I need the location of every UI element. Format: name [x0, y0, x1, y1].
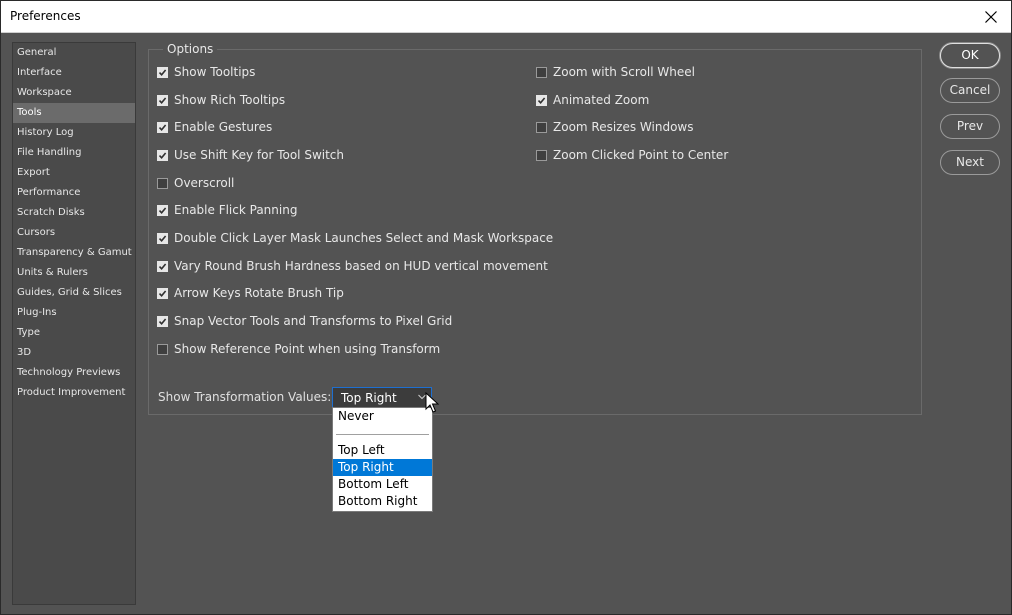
checkbox[interactable] [157, 94, 168, 106]
checkmark-icon [158, 234, 167, 242]
option-label: Enable Gestures [174, 120, 273, 134]
transformation-values-label: Show Transformation Values: [158, 390, 332, 404]
sidebar-item-type[interactable]: Type [13, 323, 135, 343]
checkmark-icon [158, 151, 167, 159]
checkbox[interactable] [536, 149, 547, 161]
checkbox[interactable] [157, 232, 168, 244]
sidebar-item-file-handling[interactable]: File Handling [13, 143, 135, 163]
option-enable-flick-panning[interactable]: Enable Flick Panning [157, 201, 297, 219]
close-icon [985, 10, 997, 23]
checkmark-icon [158, 317, 167, 325]
transformation-values-select[interactable]: Top Right [332, 387, 432, 408]
close-button[interactable] [971, 1, 1011, 32]
dropdown-divider [336, 434, 429, 435]
option-label: Snap Vector Tools and Transforms to Pixe… [174, 314, 453, 328]
option-vary-round-brush-hardness-based-on-hud-vertical-movement[interactable]: Vary Round Brush Hardness based on HUD v… [157, 257, 548, 275]
checkmark-icon [537, 96, 546, 104]
sidebar-item-units-and-rulers[interactable]: Units & Rulers [13, 263, 135, 283]
sidebar-item-technology-previews[interactable]: Technology Previews [13, 363, 135, 383]
option-label: Show Rich Tooltips [174, 93, 286, 107]
sidebar-item-tools[interactable]: Tools [13, 103, 135, 123]
options-legend: Options [163, 42, 218, 56]
window-title: Preferences [10, 9, 81, 23]
option-label: Show Tooltips [174, 65, 256, 79]
sidebar-item-product-improvement[interactable]: Product Improvement [13, 383, 135, 403]
option-zoom-clicked-point-to-center[interactable]: Zoom Clicked Point to Center [536, 146, 728, 164]
sidebar-item-history-log[interactable]: History Log [13, 123, 135, 143]
preferences-window: Preferences General Interface Workspace Too… [0, 0, 1012, 615]
option-double-click-layer-mask-launches-select-and-mask-workspace[interactable]: Double Click Layer Mask Launches Select … [157, 229, 553, 247]
select-current-value: Top Right [341, 391, 397, 405]
mouse-cursor-icon [425, 392, 439, 413]
sidebar-item-cursors[interactable]: Cursors [13, 223, 135, 243]
ok-button[interactable]: OK [940, 43, 1000, 68]
option-snap-vector-tools-and-transforms-to-pixel-grid[interactable]: Snap Vector Tools and Transforms to Pixe… [157, 312, 452, 330]
option-zoom-resizes-windows[interactable]: Zoom Resizes Windows [536, 118, 694, 136]
sidebar-item-export[interactable]: Export [13, 163, 135, 183]
sidebar-item-general[interactable]: General [13, 43, 135, 63]
dropdown-option-top-left[interactable]: Top Left [333, 442, 432, 459]
checkmark-icon [158, 289, 167, 297]
transformation-values-dropdown: Never Top Left Top Right Bottom Left Bottom … [332, 407, 433, 512]
option-label: Vary Round Brush Hardness based on HUD v… [174, 259, 548, 273]
sidebar-item-guides-grid-and-slices[interactable]: Guides, Grid & Slices [13, 283, 135, 303]
option-overscroll[interactable]: Overscroll [157, 174, 234, 192]
next-button[interactable]: Next [940, 150, 1000, 175]
checkbox[interactable] [157, 287, 168, 299]
dropdown-option-bottom-left[interactable]: Bottom Left [333, 476, 432, 493]
option-label: Animated Zoom [553, 93, 650, 107]
checkbox[interactable] [157, 149, 168, 161]
sidebar-item-plug-ins[interactable]: Plug-Ins [13, 303, 135, 323]
option-label: Zoom with Scroll Wheel [553, 65, 695, 79]
sidebar-list: General Interface Workspace Tools History Lo… [13, 43, 135, 403]
option-label: Arrow Keys Rotate Brush Tip [174, 286, 344, 300]
dropdown-option-never[interactable]: Never [333, 408, 432, 425]
option-label: Zoom Resizes Windows [553, 120, 694, 134]
checkmark-icon [158, 96, 167, 104]
option-label: Zoom Clicked Point to Center [553, 148, 729, 162]
sidebar-item-3d[interactable]: 3D [13, 343, 135, 363]
option-show-rich-tooltips[interactable]: Show Rich Tooltips [157, 91, 285, 109]
sidebar-item-transparency-and-gamut[interactable]: Transparency & Gamut [13, 243, 135, 263]
checkmark-icon [158, 262, 167, 270]
cancel-button[interactable]: Cancel [940, 78, 1000, 103]
sidebar-item-workspace[interactable]: Workspace [13, 83, 135, 103]
option-label: Show Reference Point when using Transfor… [174, 342, 441, 356]
checkbox[interactable] [536, 121, 547, 133]
dropdown-option-bottom-right[interactable]: Bottom Right [333, 493, 432, 510]
option-show-reference-point-when-using-transform[interactable]: Show Reference Point when using Transfor… [157, 340, 440, 358]
checkmark-icon [158, 123, 167, 131]
option-enable-gestures[interactable]: Enable Gestures [157, 118, 272, 136]
option-animated-zoom[interactable]: Animated Zoom [536, 91, 649, 109]
option-use-shift-key-for-tool-switch[interactable]: Use Shift Key for Tool Switch [157, 146, 344, 164]
sidebar-item-interface[interactable]: Interface [13, 63, 135, 83]
option-label: Enable Flick Panning [174, 203, 298, 217]
sidebar-item-scratch-disks[interactable]: Scratch Disks [13, 203, 135, 223]
checkbox[interactable] [157, 121, 168, 133]
checkmark-icon [158, 206, 167, 214]
checkbox[interactable] [536, 94, 547, 106]
prev-button[interactable]: Prev [940, 114, 1000, 139]
option-label: Overscroll [174, 176, 235, 190]
checkbox[interactable] [157, 177, 168, 189]
checkbox[interactable] [157, 315, 168, 327]
sidebar: General Interface Workspace Tools History Lo… [12, 42, 136, 605]
title-bar: Preferences [1, 1, 1011, 33]
checkmark-icon [158, 68, 167, 76]
option-show-tooltips[interactable]: Show Tooltips [157, 63, 255, 81]
checkbox[interactable] [157, 260, 168, 272]
checkbox[interactable] [157, 204, 168, 216]
option-label: Double Click Layer Mask Launches Select … [174, 231, 554, 245]
dropdown-option-top-right[interactable]: Top Right [333, 459, 432, 476]
checkbox[interactable] [157, 343, 168, 355]
sidebar-item-performance[interactable]: Performance [13, 183, 135, 203]
option-arrow-keys-rotate-brush-tip[interactable]: Arrow Keys Rotate Brush Tip [157, 284, 344, 302]
option-zoom-with-scroll-wheel[interactable]: Zoom with Scroll Wheel [536, 63, 695, 81]
checkbox[interactable] [157, 66, 168, 78]
option-label: Use Shift Key for Tool Switch [174, 148, 345, 162]
checkbox[interactable] [536, 66, 547, 78]
